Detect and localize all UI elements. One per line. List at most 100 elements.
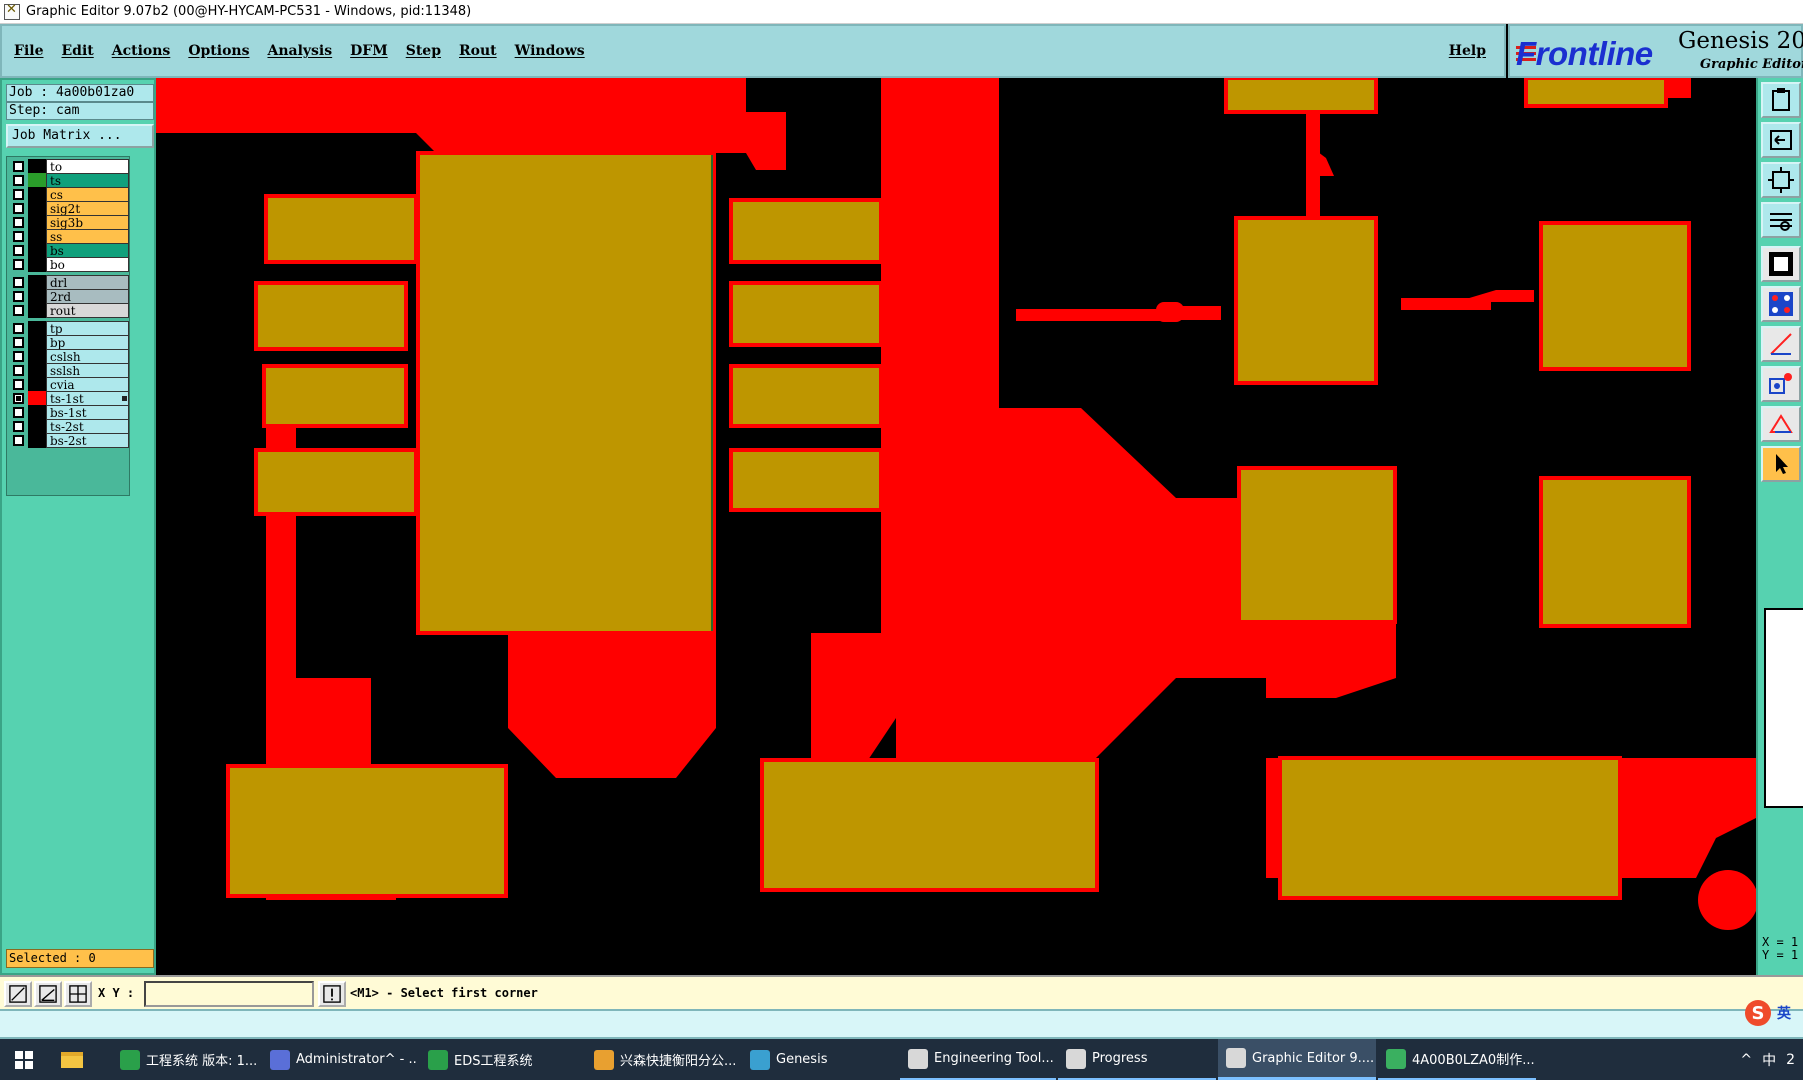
- layer-color-swatch[interactable]: [28, 201, 46, 216]
- info-button[interactable]: [318, 981, 346, 1007]
- layer-checkbox[interactable]: [13, 379, 24, 390]
- layer-row[interactable]: sig2t: [9, 201, 129, 216]
- layer-color-swatch[interactable]: [28, 289, 46, 304]
- menu-dfm[interactable]: DFM: [350, 43, 388, 59]
- select-box-tool-button[interactable]: [1761, 246, 1801, 282]
- menu-analysis[interactable]: Analysis: [267, 43, 332, 59]
- layer-row[interactable]: bo: [9, 257, 129, 272]
- layer-checkbox[interactable]: [13, 217, 24, 228]
- layer-color-swatch[interactable]: [28, 335, 46, 350]
- layer-row[interactable]: ts-1st: [9, 391, 129, 406]
- layer-checkbox[interactable]: [13, 231, 24, 242]
- layer-name[interactable]: sig3b: [46, 215, 129, 230]
- pcb-drawing[interactable]: [156, 78, 1756, 975]
- job-matrix-button[interactable]: Job Matrix ...: [6, 124, 154, 148]
- menu-edit[interactable]: Edit: [61, 43, 93, 59]
- layer-color-swatch[interactable]: [28, 173, 46, 188]
- layer-row[interactable]: sig3b: [9, 215, 129, 230]
- layer-color-swatch[interactable]: [28, 229, 46, 244]
- drc-tool-button[interactable]: [1761, 406, 1801, 442]
- taskbar-item[interactable]: 兴森快捷衡阳分公...: [586, 1039, 740, 1080]
- feature-tool-button[interactable]: [1761, 366, 1801, 402]
- layer-row[interactable]: bp: [9, 335, 129, 350]
- line-tool-button[interactable]: [4, 981, 32, 1007]
- menu-windows[interactable]: Windows: [515, 43, 585, 59]
- layer-row[interactable]: bs: [9, 243, 129, 258]
- layer-color-swatch[interactable]: [28, 433, 46, 448]
- layer-name[interactable]: drl: [46, 275, 129, 290]
- layer-checkbox[interactable]: [13, 161, 24, 172]
- layer-row[interactable]: bs-1st: [9, 405, 129, 420]
- layer-name[interactable]: rout: [46, 303, 129, 318]
- layer-color-swatch[interactable]: [28, 215, 46, 230]
- tray-input-language[interactable]: 中: [1762, 1050, 1776, 1070]
- xy-input[interactable]: [144, 981, 314, 1007]
- layer-checkbox[interactable]: [13, 393, 24, 404]
- layer-checkbox[interactable]: [13, 351, 24, 362]
- menu-actions[interactable]: Actions: [112, 43, 171, 59]
- taskbar-item[interactable]: 工程系统 版本: 1...: [112, 1039, 260, 1080]
- taskbar-item[interactable]: 4A00B0LZA0制作...: [1378, 1039, 1536, 1080]
- layer-color-swatch[interactable]: [28, 243, 46, 258]
- layer-name[interactable]: ts: [46, 173, 129, 188]
- menu-file[interactable]: File: [14, 43, 43, 59]
- layer-row[interactable]: tp: [9, 321, 129, 336]
- taskbar-item[interactable]: EDS工程系统: [420, 1039, 584, 1080]
- layer-name[interactable]: sig2t: [46, 201, 129, 216]
- layer-checkbox[interactable]: [13, 259, 24, 270]
- zoom-back-tool-button[interactable]: [1761, 122, 1801, 158]
- layer-name[interactable]: tp: [46, 321, 129, 336]
- grid-tool-button[interactable]: [64, 981, 92, 1007]
- start-button[interactable]: [0, 1039, 48, 1080]
- layer-row[interactable]: ts: [9, 173, 129, 188]
- layer-row[interactable]: 2rd: [9, 289, 129, 304]
- layer-checkbox[interactable]: [13, 323, 24, 334]
- overview-minimap[interactable]: [1764, 608, 1803, 808]
- layer-color-swatch[interactable]: [28, 391, 46, 406]
- layer-color-swatch[interactable]: [28, 377, 46, 392]
- layer-checkbox[interactable]: [13, 277, 24, 288]
- layer-color-swatch[interactable]: [28, 405, 46, 420]
- layer-checkbox[interactable]: [13, 407, 24, 418]
- menu-options[interactable]: Options: [188, 43, 249, 59]
- layer-name[interactable]: ts-2st: [46, 419, 129, 434]
- layer-name[interactable]: cvia: [46, 377, 129, 392]
- clipboard-tool-button[interactable]: [1761, 82, 1801, 118]
- layer-name[interactable]: sslsh: [46, 363, 129, 378]
- menu-step[interactable]: Step: [406, 43, 441, 59]
- menu-rout[interactable]: Rout: [459, 43, 497, 59]
- tray-expand-icon[interactable]: ^: [1740, 1052, 1752, 1068]
- layer-checkbox[interactable]: [13, 203, 24, 214]
- layer-row[interactable]: ts-2st: [9, 419, 129, 434]
- layer-color-swatch[interactable]: [28, 303, 46, 318]
- taskbar-item[interactable]: Graphic Editor 9....: [1218, 1039, 1376, 1080]
- layer-row[interactable]: cvia: [9, 377, 129, 392]
- layer-checkbox[interactable]: [13, 305, 24, 316]
- layer-name[interactable]: bs-1st: [46, 405, 129, 420]
- taskbar-item[interactable]: Engineering Tool...: [900, 1039, 1056, 1080]
- layer-row[interactable]: ss: [9, 229, 129, 244]
- pointer-tool-button[interactable]: [1761, 446, 1801, 482]
- layer-color-swatch[interactable]: [28, 187, 46, 202]
- layer-row[interactable]: cs: [9, 187, 129, 202]
- menu-help[interactable]: Help: [1449, 43, 1486, 59]
- layer-name[interactable]: ss: [46, 229, 129, 244]
- layer-name[interactable]: bp: [46, 335, 129, 350]
- measure-tool-button[interactable]: [1761, 326, 1801, 362]
- taskbar-item[interactable]: Genesis: [742, 1039, 898, 1080]
- layer-checkbox[interactable]: [13, 189, 24, 200]
- file-explorer-button[interactable]: [48, 1039, 96, 1080]
- layer-checkbox[interactable]: [13, 245, 24, 256]
- layer-checkbox[interactable]: [13, 435, 24, 446]
- net-tool-button[interactable]: [1761, 286, 1801, 322]
- snap-tool-button[interactable]: [1761, 202, 1801, 238]
- layer-row[interactable]: sslsh: [9, 363, 129, 378]
- layer-color-swatch[interactable]: [28, 275, 46, 290]
- layer-color-swatch[interactable]: [28, 419, 46, 434]
- layer-name[interactable]: bo: [46, 257, 129, 272]
- layer-row[interactable]: to: [9, 159, 129, 174]
- layer-checkbox[interactable]: [13, 337, 24, 348]
- ime-indicator[interactable]: S 英: [1741, 1000, 1803, 1026]
- layer-name[interactable]: bs-2st: [46, 433, 129, 448]
- layer-name[interactable]: to: [46, 159, 129, 174]
